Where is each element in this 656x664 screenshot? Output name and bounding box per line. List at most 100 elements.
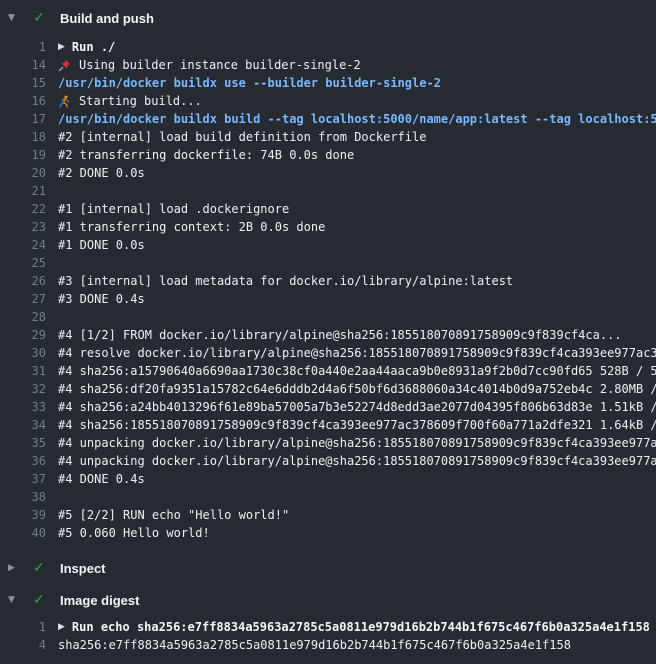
log-line: 30 #4 resolve docker.io/library/alpine@s…: [0, 344, 656, 362]
line-number[interactable]: 30: [0, 344, 46, 362]
section-toggle-icon: ▼: [8, 595, 24, 605]
workflow-log: ▼ ✓ Build and push 1 ▶Run ./ 14 Using bu…: [0, 0, 656, 664]
pushpin-icon: [58, 59, 71, 72]
line-text: #4 DONE 0.4s: [58, 470, 656, 488]
line-number[interactable]: 38: [0, 488, 46, 506]
line-text: #4 [1/2] FROM docker.io/library/alpine@s…: [58, 326, 656, 344]
line-number[interactable]: 21: [0, 182, 46, 200]
log-line: 26 #3 [internal] load metadata for docke…: [0, 272, 656, 290]
line-text: #1 [internal] load .dockerignore: [58, 200, 656, 218]
run-expand-icon[interactable]: ▶: [58, 618, 65, 636]
line-number[interactable]: 32: [0, 380, 46, 398]
line-text: #2 [internal] load build definition from…: [58, 128, 656, 146]
log-line: 32 #4 sha256:df20fa9351a15782c64e6dddb2d…: [0, 380, 656, 398]
section-inspect: ▶ ✓ Inspect: [0, 552, 656, 584]
line-text: #1 DONE 0.0s: [58, 236, 656, 254]
section-title: Build and push: [60, 11, 154, 26]
line-number[interactable]: 1: [0, 618, 46, 636]
line-text: #5 [2/2] RUN echo "Hello world!": [58, 506, 656, 524]
section-header[interactable]: ▼ ✓ Build and push: [0, 0, 656, 36]
line-number[interactable]: 37: [0, 470, 46, 488]
line-number[interactable]: 15: [0, 74, 46, 92]
line-number[interactable]: 29: [0, 326, 46, 344]
log-line: 18 #2 [internal] load build definition f…: [0, 128, 656, 146]
section-title: Image digest: [60, 593, 139, 608]
line-number[interactable]: 17: [0, 110, 46, 128]
log-line: 33 #4 sha256:a24bb4013296f61e89ba57005a7…: [0, 398, 656, 416]
line-number[interactable]: 23: [0, 218, 46, 236]
line-text: [58, 488, 656, 506]
line-text: #4 unpacking docker.io/library/alpine@sh…: [58, 434, 656, 452]
log-line: 36 #4 unpacking docker.io/library/alpine…: [0, 452, 656, 470]
line-number[interactable]: 1: [0, 38, 46, 56]
log-line: 16 Starting build...: [0, 92, 656, 110]
line-number[interactable]: 22: [0, 200, 46, 218]
success-check-icon: ✓: [30, 10, 48, 26]
line-number[interactable]: 18: [0, 128, 46, 146]
log-line: 21: [0, 182, 656, 200]
line-number[interactable]: 26: [0, 272, 46, 290]
log-line: 31 #4 sha256:a15790640a6690aa1730c38cf0a…: [0, 362, 656, 380]
line-number[interactable]: 33: [0, 398, 46, 416]
log-line: 39 #5 [2/2] RUN echo "Hello world!": [0, 506, 656, 524]
line-number[interactable]: 20: [0, 164, 46, 182]
log-line: 25: [0, 254, 656, 272]
line-number[interactable]: 24: [0, 236, 46, 254]
log-line: 1 ▶Run echo sha256:e7ff8834a5963a2785c5a…: [0, 618, 656, 636]
section-body: 1 ▶Run echo sha256:e7ff8834a5963a2785c5a…: [0, 616, 656, 664]
log-line: 19 #2 transferring dockerfile: 74B 0.0s …: [0, 146, 656, 164]
line-text: #4 sha256:a15790640a6690aa1730c38cf0a440…: [58, 362, 656, 380]
line-number[interactable]: 28: [0, 308, 46, 326]
log-line: 15 /usr/bin/docker buildx use --builder …: [0, 74, 656, 92]
line-number[interactable]: 31: [0, 362, 46, 380]
line-number[interactable]: 27: [0, 290, 46, 308]
log-line: 17 /usr/bin/docker buildx build --tag lo…: [0, 110, 656, 128]
log-line: 1 ▶Run ./: [0, 38, 656, 56]
line-text: #2 transferring dockerfile: 74B 0.0s don…: [58, 146, 656, 164]
log-line: 24 #1 DONE 0.0s: [0, 236, 656, 254]
log-line: 23 #1 transferring context: 2B 0.0s done: [0, 218, 656, 236]
line-number[interactable]: 36: [0, 452, 46, 470]
log-line: 37 #4 DONE 0.4s: [0, 470, 656, 488]
run-expand-icon[interactable]: ▶: [58, 38, 65, 56]
line-text: #3 DONE 0.4s: [58, 290, 656, 308]
line-text: #4 unpacking docker.io/library/alpine@sh…: [58, 452, 656, 470]
section-header[interactable]: ▼ ✓ Image digest: [0, 584, 656, 616]
section-header[interactable]: ▶ ✓ Inspect: [0, 552, 656, 584]
line-text: #3 [internal] load metadata for docker.i…: [58, 272, 656, 290]
line-number[interactable]: 16: [0, 92, 46, 110]
line-text: #2 DONE 0.0s: [58, 164, 656, 182]
section-build-and-push: ▼ ✓ Build and push 1 ▶Run ./ 14 Using bu…: [0, 0, 656, 552]
line-number[interactable]: 39: [0, 506, 46, 524]
log-line: 4 sha256:e7ff8834a5963a2785c5a0811e979d1…: [0, 636, 656, 654]
line-text: #1 transferring context: 2B 0.0s done: [58, 218, 656, 236]
line-number[interactable]: 40: [0, 524, 46, 542]
line-text: sha256:e7ff8834a5963a2785c5a0811e979d16b…: [58, 636, 656, 654]
success-check-icon: ✓: [30, 592, 48, 608]
section-toggle-icon: ▶: [8, 563, 24, 573]
line-text: Using builder instance builder-single-2: [58, 56, 656, 74]
line-number[interactable]: 14: [0, 56, 46, 74]
section-image-digest: ▼ ✓ Image digest 1 ▶Run echo sha256:e7ff…: [0, 584, 656, 664]
log-line: 14 Using builder instance builder-single…: [0, 56, 656, 74]
line-text: /usr/bin/docker buildx build --tag local…: [58, 110, 656, 128]
line-number[interactable]: 25: [0, 254, 46, 272]
line-text: #4 sha256:df20fa9351a15782c64e6dddb2d4a6…: [58, 380, 656, 398]
line-number[interactable]: 35: [0, 434, 46, 452]
log-line: 20 #2 DONE 0.0s: [0, 164, 656, 182]
runner-icon: [58, 95, 71, 108]
log-line: 22 #1 [internal] load .dockerignore: [0, 200, 656, 218]
line-number[interactable]: 4: [0, 636, 46, 654]
line-text: ▶Run echo sha256:e7ff8834a5963a2785c5a08…: [58, 618, 656, 636]
log-line: 28: [0, 308, 656, 326]
log-line: 38: [0, 488, 656, 506]
log-line: 27 #3 DONE 0.4s: [0, 290, 656, 308]
section-title: Inspect: [60, 561, 106, 576]
log-line: 34 #4 sha256:185518070891758909c9f839cf4…: [0, 416, 656, 434]
line-text: #5 0.060 Hello world!: [58, 524, 656, 542]
line-text: #4 resolve docker.io/library/alpine@sha2…: [58, 344, 656, 362]
line-number[interactable]: 34: [0, 416, 46, 434]
line-number[interactable]: 19: [0, 146, 46, 164]
success-check-icon: ✓: [30, 560, 48, 576]
line-text: #4 sha256:185518070891758909c9f839cf4ca3…: [58, 416, 656, 434]
